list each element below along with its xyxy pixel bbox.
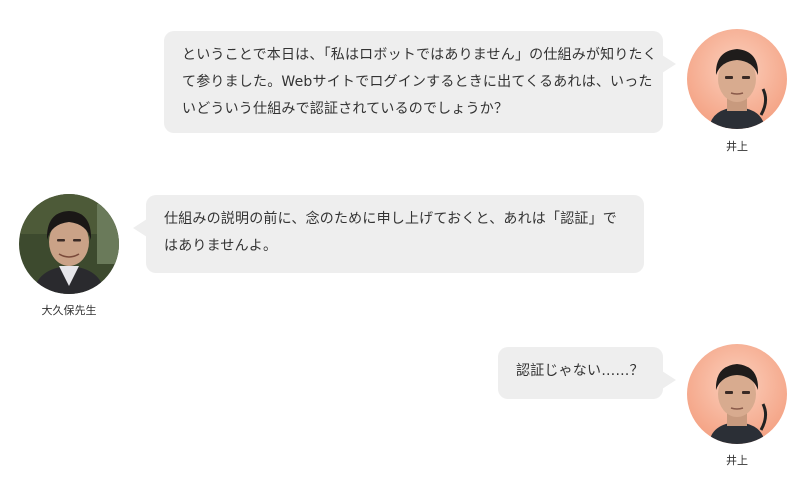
- message-bubble-1: ということで本日は、「私はロボットではありません」の仕組みが知りたく て参りまし…: [164, 31, 676, 133]
- speaker-name-2: 大久保先生: [41, 304, 97, 317]
- person-avatar-icon: [687, 344, 787, 444]
- person-avatar-icon: [19, 194, 119, 294]
- speaker-name-3: 井上: [726, 454, 748, 467]
- okubo-avatar: [19, 194, 119, 294]
- speaker-name-1: 井上: [726, 140, 748, 153]
- message-2-line-2: はありませんよ。: [164, 238, 278, 254]
- chat-page: ということで本日は、「私はロボットではありません」の仕組みが知りたく て参りまし…: [0, 0, 807, 481]
- message-bubble-2: 仕組みの説明の前に、念のために申し上げておくと、あれは「認証」で はありませんよ…: [133, 195, 644, 273]
- message-3-line-1: 認証じゃない……？: [516, 363, 644, 379]
- person-avatar-icon: [687, 29, 787, 129]
- message-1-line-2: て参りました。Webサイトでログインするときに出てくるあれは、いった: [182, 74, 653, 90]
- message-2-line-1: 仕組みの説明の前に、念のために申し上げておくと、あれは「認証」で: [164, 211, 617, 227]
- message-bubble-3: 認証じゃない……？: [498, 347, 676, 399]
- inoue-avatar-1: [687, 29, 787, 129]
- message-1-line-1: ということで本日は、「私はロボットではありません」の仕組みが知りたく: [182, 47, 657, 63]
- message-1-line-3: いどういう仕組みで認証されているのでしょうか？: [182, 101, 509, 117]
- inoue-avatar-2: [687, 344, 787, 444]
